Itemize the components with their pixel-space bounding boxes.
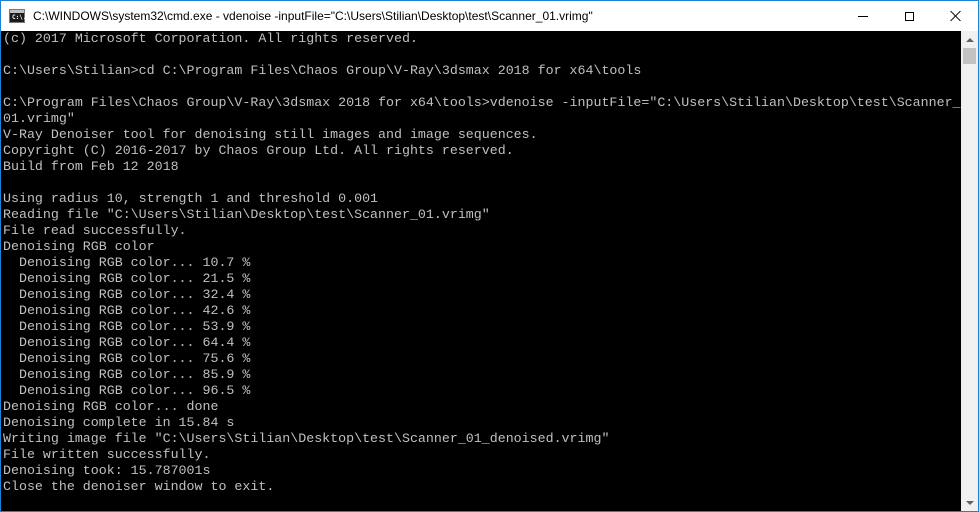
close-icon [949,10,961,22]
console-line: Denoising RGB color... 53.9 % [3,319,251,334]
vertical-scrollbar[interactable] [961,31,978,511]
console-line: Denoising complete in 15.84 s [3,415,235,430]
console-line: Denoising RGB color... 10.7 % [3,255,251,270]
title-bar[interactable]: C:\. C:\WINDOWS\system32\cmd.exe - vdeno… [1,1,978,31]
console-line: Denoising RGB color... 64.4 % [3,335,251,350]
console-line: Denoising RGB color... 85.9 % [3,367,251,382]
console-line: (c) 2017 Microsoft Corporation. All righ… [3,31,418,46]
window-title: C:\WINDOWS\system32\cmd.exe - vdenoise -… [33,9,593,23]
cmd-icon-bar [10,10,24,13]
scroll-up-arrow-icon [965,37,974,42]
console-line: V-Ray Denoiser tool for denoising still … [3,127,538,142]
console-line: Denoising RGB color... 96.5 % [3,383,251,398]
cmd-icon-glyph: C:\. [12,14,27,21]
console-line: Denoising RGB color [3,239,155,254]
console-line: C:\Users\Stilian>cd C:\Program Files\Cha… [3,63,642,78]
scroll-up-button[interactable] [961,31,978,48]
maximize-button[interactable] [886,1,932,31]
console-line: Copyright (C) 2016-2017 by Chaos Group L… [3,143,514,158]
maximize-icon [904,11,914,21]
console-output[interactable]: (c) 2017 Microsoft Corporation. All righ… [1,31,961,511]
console-line: File written successfully. [3,447,211,462]
console-line: Denoising RGB color... 21.5 % [3,271,251,286]
console-line: File read successfully. [3,223,187,238]
scrollbar-thumb[interactable] [963,48,976,64]
console-line: Build from Feb 12 2018 [3,159,179,174]
console-line: Close the denoiser window to exit. [3,479,275,494]
cmd-icon[interactable]: C:\. [9,9,27,23]
scroll-down-arrow-icon [965,500,974,505]
console-line: Denoising RGB color... done [3,399,219,414]
console-line: Reading file "C:\Users\Stilian\Desktop\t… [3,207,490,222]
console-line: Denoising RGB color... 32.4 % [3,287,251,302]
console-line: Denoising RGB color... 42.6 % [3,303,251,318]
scroll-down-button[interactable] [961,494,978,511]
console-window: C:\. C:\WINDOWS\system32\cmd.exe - vdeno… [0,0,979,512]
console-line: Denoising took: 15.787001s [3,463,211,478]
console-line: Denoising RGB color... 75.6 % [3,351,251,366]
minimize-icon [858,15,868,17]
console-line: Using radius 10, strength 1 and threshol… [3,191,379,206]
minimize-button[interactable] [840,1,886,31]
close-button[interactable] [932,1,978,31]
console-line: 01.vrimg" [3,111,75,126]
console-line: C:\Program Files\Chaos Group\V-Ray\3dsma… [3,95,961,110]
console-line: Writing image file "C:\Users\Stilian\Des… [3,431,610,446]
